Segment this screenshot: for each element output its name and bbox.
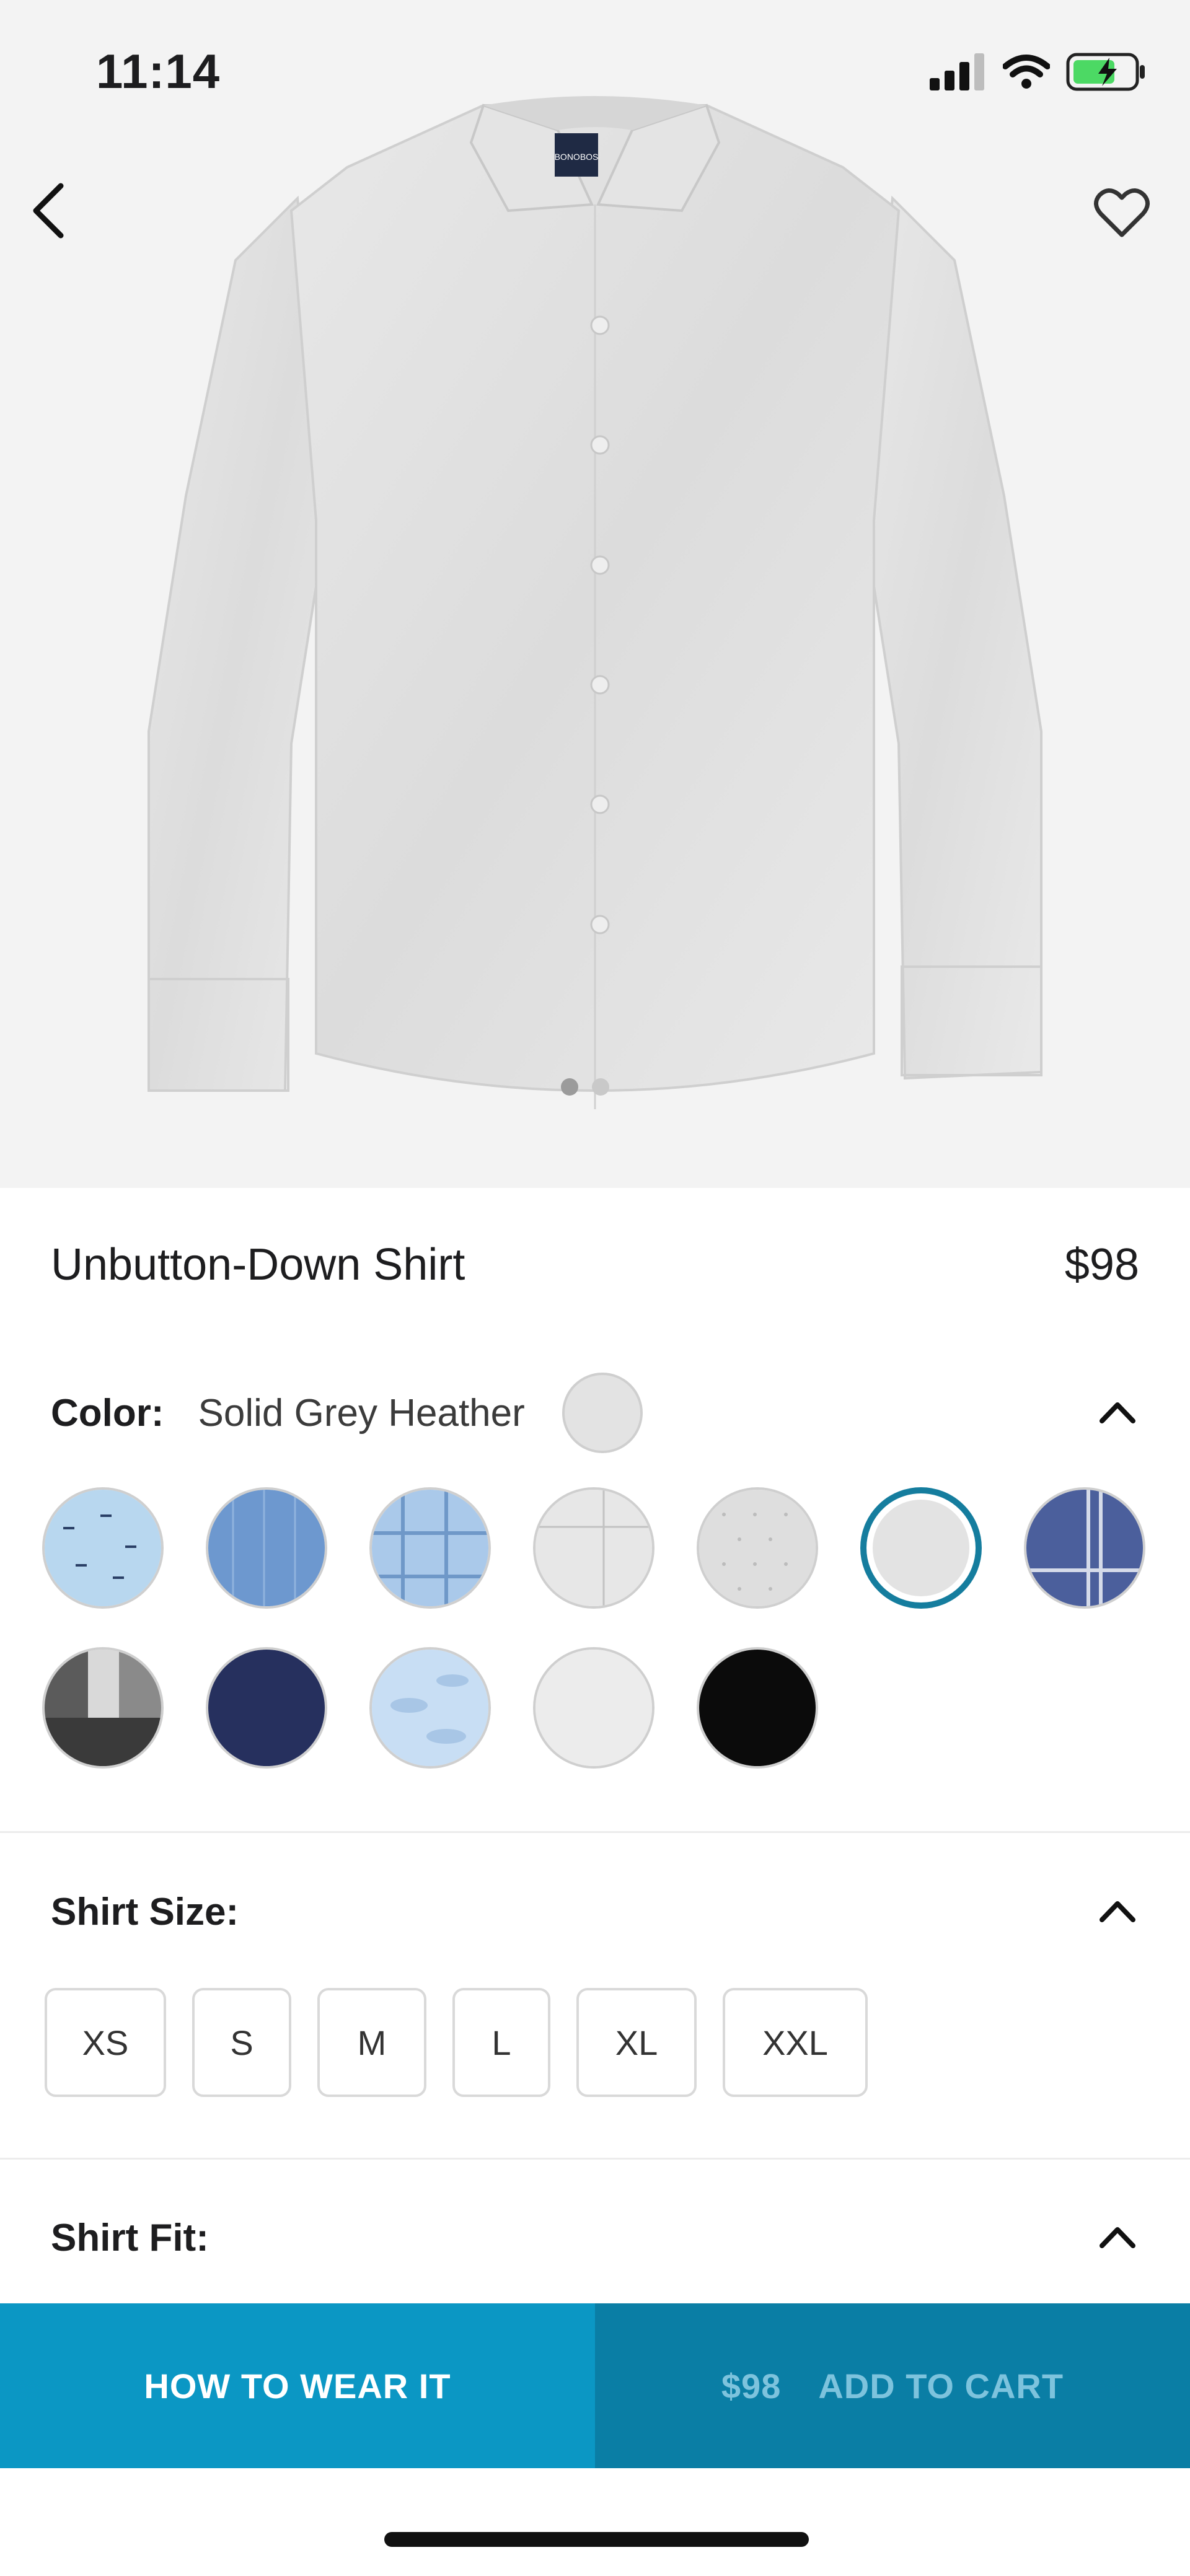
chevron-up-icon[interactable] xyxy=(1096,1391,1139,1435)
chevron-up-icon[interactable] xyxy=(1096,2216,1139,2259)
product-image[interactable]: BONOBOS 11:14 xyxy=(0,0,1190,1188)
how-to-wear-button[interactable]: HOW TO WEAR IT xyxy=(0,2303,595,2468)
size-option-xs[interactable]: XS xyxy=(45,1988,166,2097)
swatch-navy[interactable] xyxy=(206,1647,327,1769)
color-label: Color: xyxy=(51,1391,164,1435)
size-section-header[interactable]: Shirt Size: xyxy=(51,1884,1139,1940)
back-button[interactable] xyxy=(19,174,81,248)
shirt-size-label: Shirt Size: xyxy=(51,1890,239,1933)
pagination-dot[interactable] xyxy=(592,1078,609,1096)
swatch-sky-print[interactable] xyxy=(369,1647,491,1769)
chevron-up-icon[interactable] xyxy=(1096,1890,1139,1933)
pagination-dot[interactable] xyxy=(561,1078,578,1096)
swatch-chambray-blue[interactable] xyxy=(206,1487,327,1609)
add-to-cart-button[interactable]: $98 ADD TO CART xyxy=(595,2303,1190,2468)
fit-section-header[interactable]: Shirt Fit: xyxy=(51,2210,1139,2266)
chevron-left-icon xyxy=(33,183,64,239)
size-option-xxl[interactable]: XXL xyxy=(723,1988,868,2097)
swatch-navy-plaid[interactable] xyxy=(1024,1487,1145,1609)
status-bar: 11:14 xyxy=(0,0,1190,143)
swatch-white[interactable] xyxy=(533,1647,654,1769)
color-section-header[interactable]: Color: Solid Grey Heather xyxy=(51,1373,1139,1453)
selected-color-swatch xyxy=(562,1373,643,1453)
color-swatch-grid xyxy=(42,1487,1158,1769)
action-bar: HOW TO WEAR IT $98 ADD TO CART xyxy=(0,2303,1190,2468)
status-time: 11:14 xyxy=(96,44,221,99)
status-icons xyxy=(930,53,1147,91)
product-price: $98 xyxy=(1064,1240,1139,1290)
favorite-button[interactable] xyxy=(1091,183,1153,245)
swatch-black[interactable] xyxy=(697,1647,818,1769)
battery-icon xyxy=(1066,53,1145,91)
swatch-grey-dot[interactable] xyxy=(697,1487,818,1609)
size-option-l[interactable]: L xyxy=(452,1988,550,2097)
wifi-icon xyxy=(1003,55,1050,89)
size-option-xl[interactable]: XL xyxy=(576,1988,697,2097)
cellular-signal-icon xyxy=(930,53,984,90)
swatch-light-blue-print[interactable] xyxy=(42,1487,164,1609)
product-name: Unbutton-Down Shirt xyxy=(51,1240,465,1290)
swatch-light-grey-grid[interactable] xyxy=(533,1487,654,1609)
add-to-cart-label: ADD TO CART xyxy=(818,2366,1064,2406)
swatch-black-white-check[interactable] xyxy=(42,1647,164,1769)
image-pagination-dots xyxy=(561,1078,609,1096)
swatch-solid-grey-heather[interactable] xyxy=(860,1487,982,1609)
section-divider xyxy=(0,2158,1190,2160)
selected-color-name: Solid Grey Heather xyxy=(198,1391,525,1435)
heart-icon xyxy=(1094,188,1150,237)
home-indicator xyxy=(384,2532,809,2547)
size-option-m[interactable]: M xyxy=(317,1988,426,2097)
shirt-fit-label: Shirt Fit: xyxy=(51,2216,209,2259)
swatch-blue-plaid[interactable] xyxy=(369,1487,491,1609)
brand-label: BONOBOS xyxy=(555,152,599,162)
shirt-photo: BONOBOS xyxy=(148,96,1042,1109)
cart-price: $98 xyxy=(721,2366,782,2406)
size-options: XS S M L XL XXL xyxy=(45,1988,868,2097)
section-divider xyxy=(0,1831,1190,1833)
size-option-s[interactable]: S xyxy=(192,1988,291,2097)
product-title-row: Unbutton-Down Shirt $98 xyxy=(51,1239,1139,1290)
